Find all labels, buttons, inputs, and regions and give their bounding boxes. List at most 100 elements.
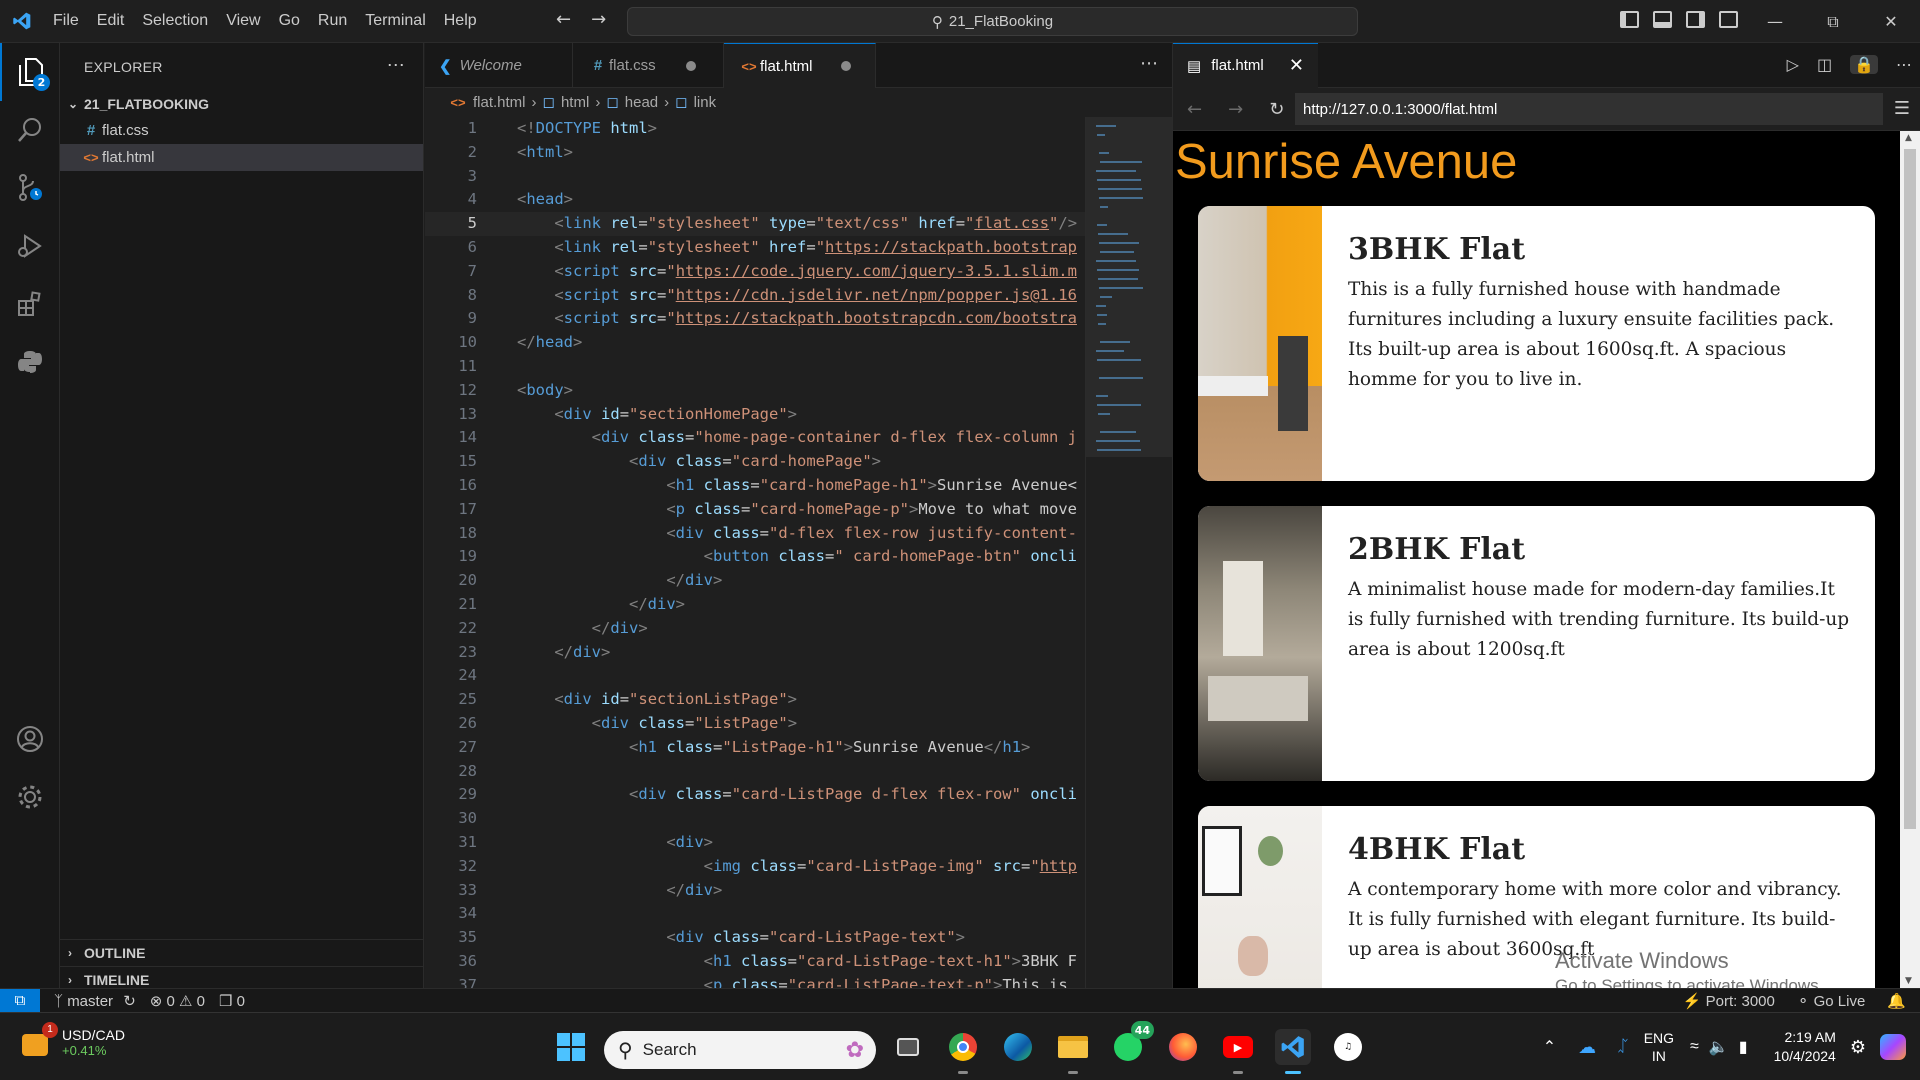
code-line[interactable]: 14 <div class="home-page-container d-fle… [425, 426, 1085, 450]
restore-icon[interactable]: ⧉ [1804, 0, 1862, 43]
extensions-activity[interactable] [0, 275, 60, 333]
breadcrumb-item[interactable]: html [561, 94, 589, 111]
clock[interactable]: 2:19 AM 10/4/2024 [1774, 1028, 1836, 1066]
toggle-panel-icon[interactable] [1653, 11, 1672, 28]
language-indicator[interactable]: ENG IN [1644, 1029, 1674, 1065]
start-button[interactable] [553, 1029, 589, 1065]
code-line[interactable]: 20 </div> [425, 569, 1085, 593]
toggle-secondary-sidebar-icon[interactable] [1686, 11, 1705, 28]
code-line[interactable]: 8 <script src="https://cdn.jsdelivr.net/… [425, 284, 1085, 308]
settings-icon[interactable]: ⚙ [1850, 1037, 1866, 1058]
scroll-down-icon[interactable]: ▼ [1905, 976, 1912, 986]
code-line[interactable]: 21 </div> [425, 593, 1085, 617]
go-live-item[interactable]: ⚬ Go Live [1797, 992, 1865, 1010]
minimize-icon[interactable]: — [1746, 0, 1804, 43]
code-line[interactable]: 3 [425, 165, 1085, 189]
wifi-icon[interactable]: ≈ [1690, 1038, 1699, 1056]
code-editor[interactable]: 1 <!DOCTYPE html> 2 <html> 3 4 <head> 5 <link r… [425, 117, 1085, 988]
code-line[interactable]: 16 <h1 class="card-homePage-h1">Sunrise … [425, 474, 1085, 498]
run-icon[interactable]: ▷ [1787, 55, 1799, 74]
code-line[interactable]: 6 <link rel="stylesheet" href="https://s… [425, 236, 1085, 260]
breadcrumb-item[interactable]: head [625, 94, 658, 111]
breadcrumb-item[interactable]: flat.html [473, 94, 526, 111]
back-arrow-icon[interactable]: ← [556, 9, 571, 30]
ticker-widget[interactable]: 1 USD/CAD +0.41% [22, 1021, 125, 1058]
tab-flat-html[interactable]: <> flat.html [724, 43, 876, 88]
scrollbar-thumb[interactable] [1904, 149, 1916, 829]
onedrive-icon[interactable]: ☁ [1578, 1037, 1596, 1058]
code-line[interactable]: 34 [425, 902, 1085, 926]
music-app-icon[interactable]: ♫ [1330, 1029, 1366, 1065]
file-flat-css[interactable]: # flat.css [60, 117, 423, 144]
menu-selection[interactable]: Selection [133, 12, 217, 30]
source-control-activity[interactable] [0, 159, 60, 217]
more-actions-icon[interactable]: ⋯ [387, 55, 405, 76]
menu-help[interactable]: Help [435, 12, 486, 30]
command-center[interactable]: ⚲ 21_FlatBooking [627, 7, 1358, 36]
code-line[interactable]: 11 [425, 355, 1085, 379]
bluetooth-icon[interactable]: ᛢ [1618, 1038, 1628, 1056]
code-line[interactable]: 22 </div> [425, 617, 1085, 641]
toggle-sidebar-icon[interactable] [1620, 11, 1639, 28]
unsaved-dot-icon[interactable] [685, 60, 696, 71]
code-line[interactable]: 28 [425, 760, 1085, 784]
code-line[interactable]: 37 <p class="card-ListPage-text-p">This … [425, 974, 1085, 988]
whatsapp-icon[interactable]: 44 [1110, 1021, 1154, 1065]
code-line[interactable]: 24 [425, 664, 1085, 688]
unsaved-dot-icon[interactable] [840, 61, 851, 71]
folder-21-flatbooking[interactable]: ⌄ 21_FLATBOOKING [60, 90, 423, 117]
split-editor-icon[interactable]: ◫ [1817, 55, 1832, 74]
remote-icon[interactable]: ⧉ [0, 988, 40, 1013]
tab-preview[interactable]: ▤ flat.html ✕ [1173, 42, 1318, 88]
menu-go[interactable]: Go [270, 12, 309, 30]
reload-icon[interactable]: ↻ [1269, 99, 1284, 120]
lock-icon[interactable]: 🔒 [1850, 55, 1878, 74]
code-line[interactable]: 5 <link rel="stylesheet" type="text/css"… [425, 212, 1085, 236]
code-line[interactable]: 29 <div class="card-ListPage d-flex flex… [425, 783, 1085, 807]
code-line[interactable]: 17 <p class="card-homePage-p">Move to wh… [425, 498, 1085, 522]
code-line[interactable]: 31 <div> [425, 831, 1085, 855]
flat-card-2bhk[interactable]: 2BHK Flat A minimalist house made for mo… [1198, 506, 1875, 781]
run-debug-activity[interactable] [0, 217, 60, 275]
code-line[interactable]: 9 <script src="https://stackpath.bootstr… [425, 307, 1085, 331]
file-flat-html[interactable]: <> flat.html [60, 144, 423, 171]
menu-icon[interactable]: ☰ [1894, 98, 1910, 119]
scroll-up-icon[interactable]: ▲ [1905, 133, 1912, 143]
branch-item[interactable]: ᛉ master ↻ [54, 992, 136, 1010]
chrome-icon[interactable] [945, 1029, 981, 1074]
task-view-icon[interactable] [890, 1029, 926, 1065]
code-line[interactable]: 23 </div> [425, 641, 1085, 665]
page-scrollbar[interactable]: ▲ ▼ [1900, 131, 1920, 988]
close-icon[interactable]: ✕ [1289, 55, 1304, 76]
volume-icon[interactable]: 🔈 [1709, 1037, 1729, 1057]
code-line[interactable]: 25 <div id="sectionListPage"> [425, 688, 1085, 712]
code-line[interactable]: 13 <div id="sectionHomePage"> [425, 403, 1085, 427]
taskbar-search[interactable]: ⚲ Search ✿ [604, 1031, 876, 1069]
code-line[interactable]: 26 <div class="ListPage"> [425, 712, 1085, 736]
menu-edit[interactable]: Edit [88, 12, 134, 30]
copilot-icon[interactable] [1880, 1034, 1906, 1060]
port-item[interactable]: ⚡ Port: 3000 [1683, 992, 1775, 1010]
code-line[interactable]: 27 <h1 class="ListPage-h1">Sunrise Avenu… [425, 736, 1085, 760]
menu-terminal[interactable]: Terminal [356, 12, 434, 30]
minimap[interactable] [1085, 117, 1173, 988]
notifications-icon[interactable]: 🔔 [1887, 992, 1906, 1010]
code-line[interactable]: 1 <!DOCTYPE html> [425, 117, 1085, 141]
code-line[interactable]: 19 <button class=" card-homePage-btn" on… [425, 545, 1085, 569]
youtube-icon[interactable]: ▶ [1220, 1029, 1256, 1074]
url-input[interactable] [1295, 93, 1883, 125]
code-line[interactable]: 32 <img class="card-ListPage-img" src="h… [425, 855, 1085, 879]
code-line[interactable]: 12 <body> [425, 379, 1085, 403]
battery-icon[interactable]: ▮ [1739, 1037, 1748, 1057]
edge-icon[interactable] [1000, 1029, 1036, 1065]
manage-activity[interactable] [0, 768, 60, 826]
tab-welcome[interactable]: ❮ Welcome [425, 43, 573, 88]
chevron-up-icon[interactable]: ⌃ [1543, 1037, 1556, 1057]
code-line[interactable]: 33 </div> [425, 879, 1085, 903]
more-actions-icon[interactable]: ⋯ [1140, 53, 1158, 74]
flat-card-4bhk[interactable]: 4BHK Flat A contemporary home with more … [1198, 806, 1875, 988]
forward-arrow-icon[interactable]: → [1228, 99, 1243, 120]
vscode-taskbar-icon[interactable] [1275, 1029, 1311, 1074]
code-line[interactable]: 18 <div class="d-flex flex-row justify-c… [425, 522, 1085, 546]
breadcrumb-item[interactable]: link [694, 94, 717, 111]
